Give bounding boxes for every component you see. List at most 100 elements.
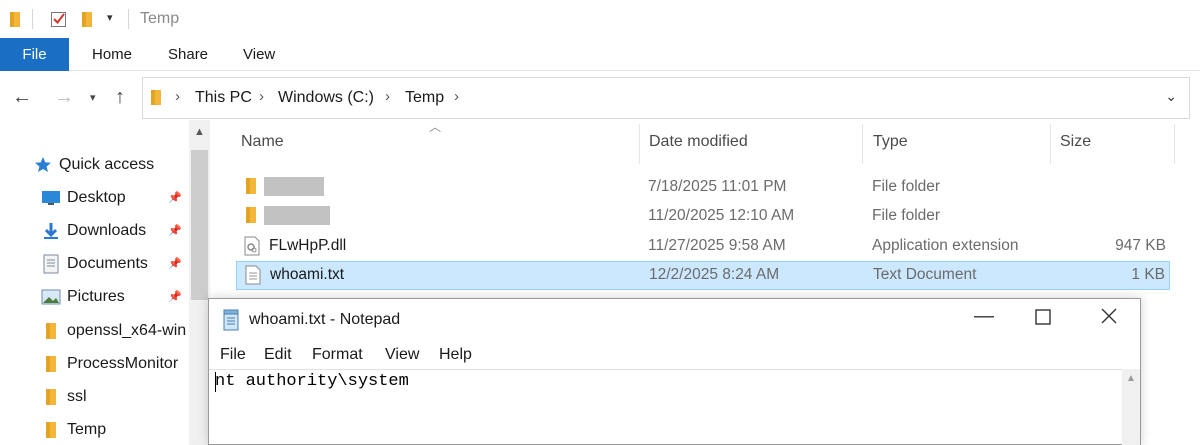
column-divider[interactable] [1174, 124, 1175, 164]
folder-icon [40, 354, 62, 374]
pin-icon[interactable]: 📌 [168, 290, 182, 303]
dll-file-icon [244, 236, 260, 261]
forward-button[interactable]: → [54, 86, 74, 109]
documents-icon [40, 254, 62, 274]
file-row[interactable]: 7/18/2025 11:01 PM File folder [236, 173, 1170, 202]
column-header-size[interactable]: Size [1060, 133, 1091, 151]
file-date: 11/20/2025 12:10 AM [648, 207, 795, 224]
redacted-name [264, 177, 324, 196]
column-divider[interactable] [639, 124, 640, 164]
notepad-icon [221, 309, 241, 336]
recent-locations-icon[interactable]: ▾ [90, 91, 96, 104]
new-folder-icon[interactable] [80, 10, 94, 33]
folder-icon [40, 321, 62, 341]
ribbon-tabs: File Home Share View [0, 38, 1200, 71]
chevron-right-icon[interactable]: › [175, 88, 180, 105]
folder-icon [40, 420, 62, 440]
column-header-type[interactable]: Type [873, 133, 908, 151]
properties-icon[interactable] [50, 10, 68, 33]
menu-help[interactable]: Help [439, 346, 472, 364]
file-size: 1 KB [1131, 266, 1165, 283]
nav-label: ProcessMonitor [67, 355, 179, 372]
file-row-selected[interactable]: whoami.txt 12/2/2025 8:24 AM Text Docume… [236, 261, 1170, 290]
navigation-pane: Quick access Desktop 📌 Downloads 📌 Docum… [0, 120, 210, 445]
divider [128, 9, 129, 29]
nav-label: openssl_x64-win [67, 322, 187, 339]
file-type: File folder [872, 207, 941, 224]
back-button[interactable]: ← [12, 86, 32, 109]
column-divider[interactable] [1050, 124, 1051, 164]
tab-home[interactable]: Home [92, 38, 132, 71]
breadcrumb-windows-c[interactable]: Windows (C:) [278, 89, 374, 107]
file-date: 12/2/2025 8:24 AM [649, 266, 780, 283]
folder-icon [149, 89, 163, 112]
menu-edit[interactable]: Edit [264, 346, 292, 364]
pictures-icon [40, 287, 62, 307]
menu-view[interactable]: View [385, 346, 419, 364]
desktop-icon [40, 188, 62, 208]
tab-share[interactable]: Share [168, 38, 208, 71]
scrollbar-thumb[interactable] [191, 150, 208, 300]
title-bar: ▾ Temp [0, 0, 1200, 38]
star-icon [32, 155, 54, 175]
pin-icon[interactable]: 📌 [168, 224, 182, 237]
nav-label: Desktop [67, 189, 126, 206]
divider [32, 9, 33, 29]
column-header-date[interactable]: Date modified [649, 133, 748, 151]
chevron-right-icon[interactable]: › [385, 88, 390, 105]
nav-label: Downloads [67, 222, 147, 239]
pin-icon[interactable]: 📌 [168, 257, 182, 270]
redacted-name [264, 206, 330, 225]
nav-label: ssl [67, 388, 87, 405]
notepad-scrollbar[interactable]: ▲ [1122, 369, 1140, 445]
scroll-up-icon[interactable]: ▲ [1126, 373, 1136, 384]
notepad-window: whoami.txt - Notepad — File Edit Format … [208, 298, 1141, 445]
folder-icon [244, 177, 258, 200]
pin-icon[interactable]: 📌 [168, 191, 182, 204]
notepad-content: nt authority\system [215, 372, 409, 391]
file-size: 947 KB [1115, 237, 1166, 254]
nav-label: Pictures [67, 288, 125, 305]
file-type: File folder [872, 178, 941, 195]
file-name: whoami.txt [270, 266, 345, 283]
file-type: Text Document [873, 266, 977, 283]
folder-icon [244, 206, 258, 229]
file-type: Application extension [872, 237, 1019, 254]
tab-file[interactable]: File [0, 38, 69, 71]
folder-icon [40, 387, 62, 407]
file-row[interactable]: 11/20/2025 12:10 AM File folder [236, 202, 1170, 231]
notepad-text-area[interactable]: nt authority\system [209, 369, 1122, 445]
file-date: 7/18/2025 11:01 PM [648, 178, 787, 195]
address-bar[interactable]: › This PC › Windows (C:) › Temp › ⌄ [142, 77, 1190, 119]
up-button[interactable]: ↑ [115, 86, 125, 109]
address-history-dropdown-icon[interactable]: ⌄ [1165, 88, 1177, 105]
customize-toolbar-icon[interactable]: ▾ [107, 11, 113, 24]
chevron-right-icon[interactable]: › [259, 88, 264, 105]
maximize-button[interactable] [1035, 308, 1051, 331]
sort-ascending-icon: ︿ [429, 120, 442, 134]
minimize-button[interactable]: — [974, 305, 994, 328]
chevron-right-icon[interactable]: › [454, 88, 459, 105]
nav-label: Temp [67, 421, 107, 438]
column-divider[interactable] [862, 124, 863, 164]
breadcrumb-this-pc[interactable]: This PC [195, 89, 252, 107]
file-name: FLwHpP.dll [269, 237, 347, 254]
downloads-icon [40, 221, 62, 241]
nav-scrollbar[interactable]: ▲ [189, 120, 210, 445]
breadcrumb-temp[interactable]: Temp [405, 89, 444, 107]
close-button[interactable] [1100, 307, 1118, 331]
menu-format[interactable]: Format [312, 346, 363, 364]
file-date: 11/27/2025 9:58 AM [648, 237, 786, 254]
text-caret [215, 372, 216, 392]
tab-view[interactable]: View [243, 38, 275, 71]
file-row[interactable]: FLwHpP.dll 11/27/2025 9:58 AM Applicatio… [236, 232, 1170, 261]
column-header-name[interactable]: Name [241, 133, 284, 151]
folder-icon [8, 10, 22, 33]
text-file-icon [245, 265, 261, 290]
nav-label: Documents [67, 255, 148, 272]
scroll-up-icon[interactable]: ▲ [194, 126, 205, 138]
menu-file[interactable]: File [220, 346, 246, 364]
notepad-title: whoami.txt - Notepad [249, 311, 401, 328]
nav-label: Quick access [59, 156, 155, 173]
window-title: Temp [140, 10, 180, 27]
